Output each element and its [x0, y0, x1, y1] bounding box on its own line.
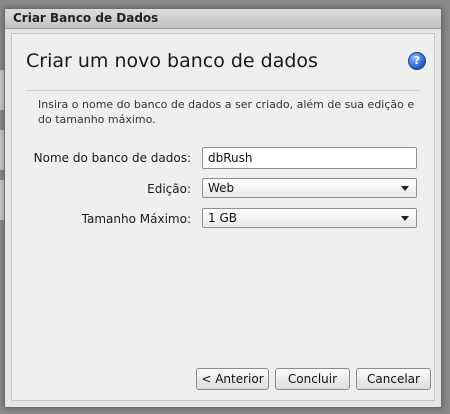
edition-row: Edição: Web	[12, 178, 434, 200]
dialog-titlebar[interactable]: Criar Banco de Dados	[5, 9, 441, 29]
dialog-title: Criar Banco de Dados	[13, 11, 159, 25]
max-size-row: Tamanho Máximo: 1 GB	[12, 208, 434, 230]
finish-button[interactable]: Concluir	[275, 368, 350, 390]
edition-selected-value: Web	[208, 181, 235, 195]
divider	[26, 90, 420, 91]
instructions-text: Insira o nome do banco de dados a ser cr…	[38, 98, 415, 126]
max-size-select[interactable]: 1 GB	[202, 208, 417, 228]
create-database-dialog: Criar Banco de Dados Criar um novo banco…	[4, 8, 442, 408]
database-name-label: Nome do banco de dados:	[33, 151, 191, 165]
help-icon[interactable]: ?	[408, 52, 426, 70]
edition-label: Edição:	[147, 182, 191, 196]
cancel-button[interactable]: Cancelar	[356, 368, 431, 390]
max-size-label: Tamanho Máximo:	[81, 212, 191, 226]
database-name-input[interactable]: dbRush	[202, 147, 417, 169]
dropdown-arrow-icon	[401, 216, 409, 221]
max-size-selected-value: 1 GB	[208, 211, 237, 225]
dialog-content: Criar um novo banco de dados ? Insira o …	[11, 33, 435, 401]
page-heading: Criar um novo banco de dados	[26, 50, 318, 72]
dropdown-arrow-icon	[401, 186, 409, 191]
edition-select[interactable]: Web	[202, 178, 417, 198]
database-name-row: Nome do banco de dados: dbRush	[12, 147, 434, 169]
back-button[interactable]: < Anterior	[196, 368, 269, 390]
